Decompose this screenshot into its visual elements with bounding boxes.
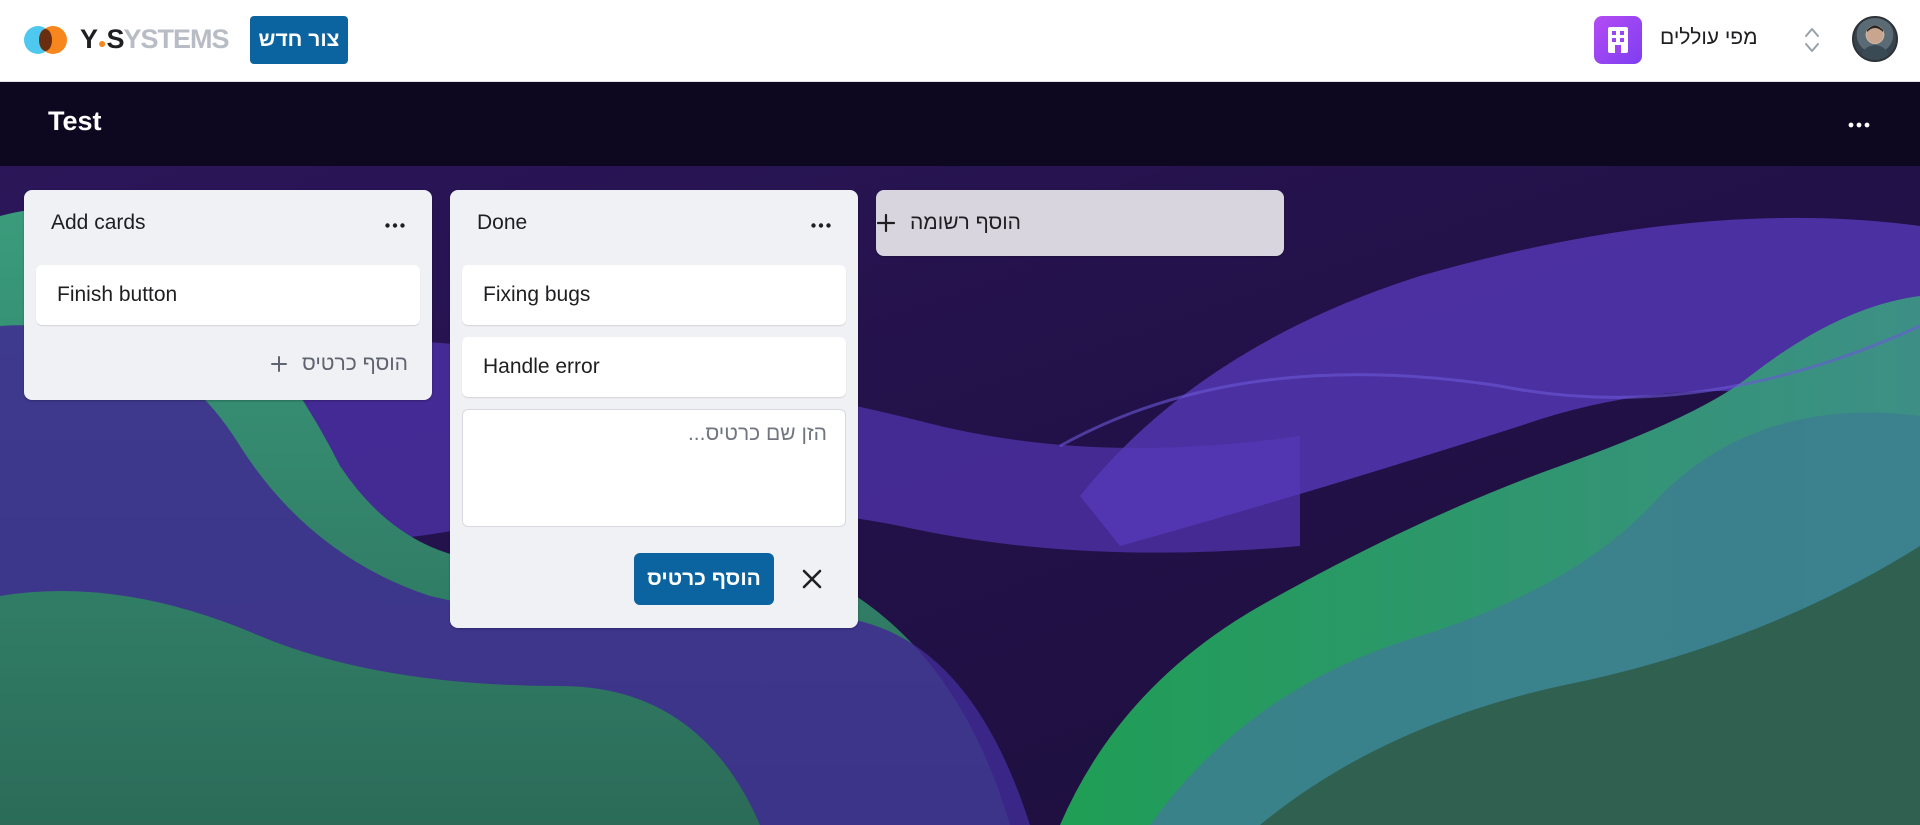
logo-letter-s: S: [106, 23, 124, 54]
close-icon[interactable]: [795, 562, 829, 596]
list-more-options-icon[interactable]: [380, 210, 410, 240]
chevron-up-down-icon[interactable]: [1804, 24, 1820, 56]
logo-letter-y: Y: [80, 23, 98, 54]
user-avatar[interactable]: [1852, 16, 1898, 62]
building-icon: [1594, 16, 1642, 64]
brand-logo[interactable]: Y ● S YSTEMS: [24, 22, 230, 56]
card-title: Fixing bugs: [483, 283, 591, 306]
logo-mark-icon: [24, 22, 70, 56]
list-add-cards: Add cards Finish button הוסף כרטיס: [24, 190, 432, 400]
plus-icon: [876, 213, 896, 233]
list-title[interactable]: Add cards: [51, 211, 146, 235]
workspace-name: מפי עוללים: [1660, 26, 1758, 49]
list-done: Done Fixing bugs Handle error הוסף כרטיס: [450, 190, 858, 628]
top-navigation-bar: Y ● S YSTEMS צור חדש מפי עוללים: [0, 0, 1920, 82]
add-card-label: הוסף כרטיס: [301, 352, 408, 375]
logo-wordmark: Y ● S YSTEMS: [80, 23, 230, 55]
list-more-options-icon[interactable]: [806, 210, 836, 240]
plus-icon: [270, 356, 287, 372]
workspace-switcher[interactable]: מפי עוללים: [1594, 16, 1822, 64]
list-title[interactable]: Done: [477, 211, 527, 235]
card-title: Finish button: [57, 283, 178, 306]
logo-dot: ●: [98, 34, 107, 51]
card-item[interactable]: Fixing bugs: [462, 265, 846, 325]
add-list-label: הוסף רשומה: [910, 211, 1021, 234]
add-card-submit-button[interactable]: הוסף כרטיס: [634, 553, 774, 605]
logo-word-ystems: YSTEMS: [123, 23, 230, 54]
card-item[interactable]: Finish button: [36, 265, 420, 325]
add-card-button[interactable]: הוסף כרטיס: [270, 352, 408, 376]
create-new-button[interactable]: צור חדש: [250, 16, 348, 64]
card-title-input[interactable]: [462, 409, 846, 527]
board-header: Test: [0, 82, 1920, 166]
board-title[interactable]: Test: [48, 106, 102, 137]
card-title: Handle error: [483, 355, 600, 378]
add-list-button[interactable]: הוסף רשומה: [876, 190, 1284, 256]
board-more-options-icon[interactable]: [1844, 110, 1874, 140]
card-item[interactable]: Handle error: [462, 337, 846, 397]
